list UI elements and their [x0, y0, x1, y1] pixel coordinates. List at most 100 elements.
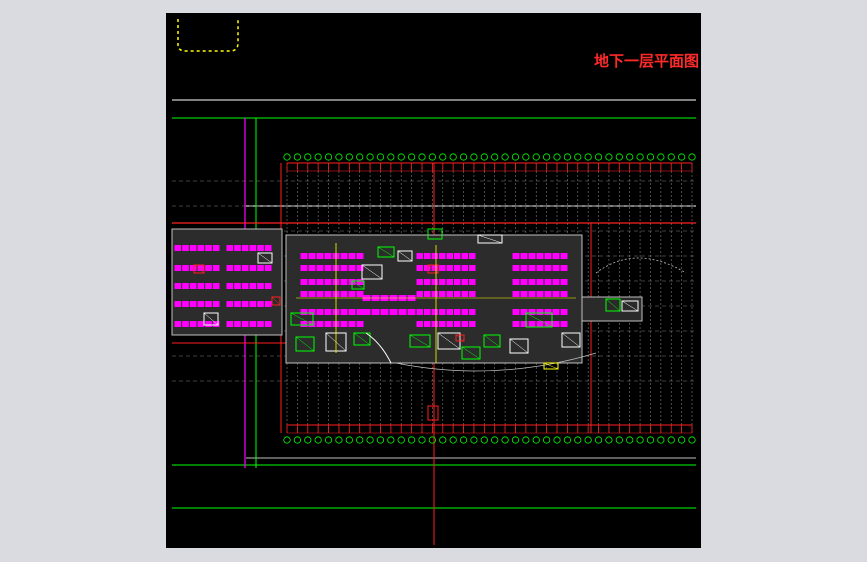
grid-bubble-bottom [626, 436, 634, 444]
parking-stall-main [512, 265, 520, 271]
parking-stall-west [182, 283, 189, 289]
parking-stall-main [446, 279, 453, 285]
parking-stall-main [416, 253, 423, 259]
parking-stall-main [324, 253, 332, 259]
grid-bubble-top [667, 153, 675, 161]
grid-bubble-top [678, 153, 686, 161]
grid-bubble-top [428, 153, 436, 161]
parking-stall-west [182, 245, 189, 251]
parking-stall-main [520, 291, 528, 297]
parking-stall-main [560, 279, 568, 285]
parking-stall-west [234, 301, 241, 307]
grid-bubble-top [605, 153, 613, 161]
grid-bubble-bottom [594, 436, 603, 444]
parking-stall-west [205, 245, 212, 251]
parking-stall-main [544, 309, 552, 315]
parking-stall-main [300, 279, 308, 285]
parking-stall-main [340, 279, 348, 285]
grid-bubble-bottom [470, 436, 478, 444]
parking-stall-west [226, 321, 234, 327]
grid-bubble-bottom [304, 436, 312, 444]
grid-bubble-bottom [584, 436, 592, 444]
parking-stall-west [241, 265, 249, 271]
grid-bubble-top [584, 153, 592, 161]
grid-bubble-top [387, 153, 395, 161]
grid-axis-bubbles-top [283, 153, 696, 161]
grid-bubble-bottom [335, 436, 343, 444]
parking-stall-main [348, 321, 356, 327]
grid-bubble-top [314, 153, 322, 161]
drawing-canvas[interactable]: 地下一层平面图 [166, 13, 701, 548]
grid-bubble-top [657, 153, 665, 161]
parking-stall-west [174, 301, 182, 307]
parking-stall-main [454, 253, 461, 259]
grid-bubble-bottom [501, 436, 509, 444]
parking-stall-main [552, 309, 560, 315]
parking-stall-main [407, 309, 416, 315]
parking-stall-west [182, 321, 189, 327]
parking-stall-main [439, 291, 446, 297]
grid-bubble-bottom [563, 436, 571, 444]
parking-stall-west [241, 245, 249, 251]
grid-bubble-top [636, 153, 644, 161]
parking-stall-west [212, 245, 220, 251]
parking-stall-main [544, 279, 552, 285]
grid-bubble-top [335, 153, 343, 161]
parking-stall-main [552, 321, 560, 327]
parking-stall-main [371, 309, 380, 315]
parking-stall-main [552, 253, 560, 259]
parking-stall-main [431, 279, 438, 285]
parking-stall-main [324, 265, 332, 271]
parking-stall-main [461, 321, 468, 327]
parking-stall-west [264, 245, 272, 251]
grid-bubble-top [397, 153, 405, 161]
grid-bubble-top [418, 153, 426, 161]
parking-stall-main [416, 321, 423, 327]
parking-stall-main [461, 291, 468, 297]
grid-bubble-top [501, 153, 509, 161]
parking-stall-main [469, 279, 476, 285]
parking-stall-main [439, 321, 446, 327]
viewport-corner-marker [177, 19, 239, 52]
grid-bubble-bottom [522, 436, 530, 444]
parking-stall-main [308, 253, 316, 259]
grid-bubble-top [574, 153, 582, 161]
parking-stall-west [205, 301, 212, 307]
grid-bubble-top [408, 153, 416, 161]
parking-stall-west [257, 245, 264, 251]
grid-bubble-top [345, 153, 353, 161]
parking-stall-main [308, 291, 316, 297]
parking-stall-west [234, 321, 241, 327]
parking-stall-main [544, 265, 552, 271]
parking-stall-main [416, 265, 423, 271]
grid-bubble-top [293, 153, 301, 161]
parking-stall-main [446, 309, 453, 315]
parking-stall-main [469, 309, 476, 315]
parking-stall-main [520, 279, 528, 285]
parking-stall-main [431, 253, 438, 259]
parking-stall-west [226, 245, 234, 251]
parking-stall-main [528, 253, 536, 259]
grid-bubble-bottom [376, 436, 385, 444]
parking-stall-main [560, 265, 568, 271]
parking-stall-main [544, 253, 552, 259]
parking-stall-west [264, 283, 272, 289]
parking-stall-main [324, 279, 332, 285]
grid-bubble-top [356, 153, 364, 161]
parking-stall-west [197, 245, 205, 251]
parking-stall-main [446, 265, 453, 271]
grid-bubble-bottom [324, 436, 333, 444]
parking-stall-west [197, 301, 205, 307]
parking-stall-main [348, 309, 356, 315]
grid-bubble-top [376, 153, 385, 161]
parking-stall-main [528, 291, 536, 297]
curved-dashed-line [595, 257, 687, 274]
parking-stall-main [340, 309, 348, 315]
parking-stall-west [212, 283, 220, 289]
parking-stall-main [560, 321, 568, 327]
parking-stall-west [174, 321, 182, 327]
parking-stall-west [226, 265, 234, 271]
grid-bubble-top [543, 153, 551, 161]
parking-stall-main [300, 265, 308, 271]
grid-bubble-bottom [397, 436, 405, 444]
